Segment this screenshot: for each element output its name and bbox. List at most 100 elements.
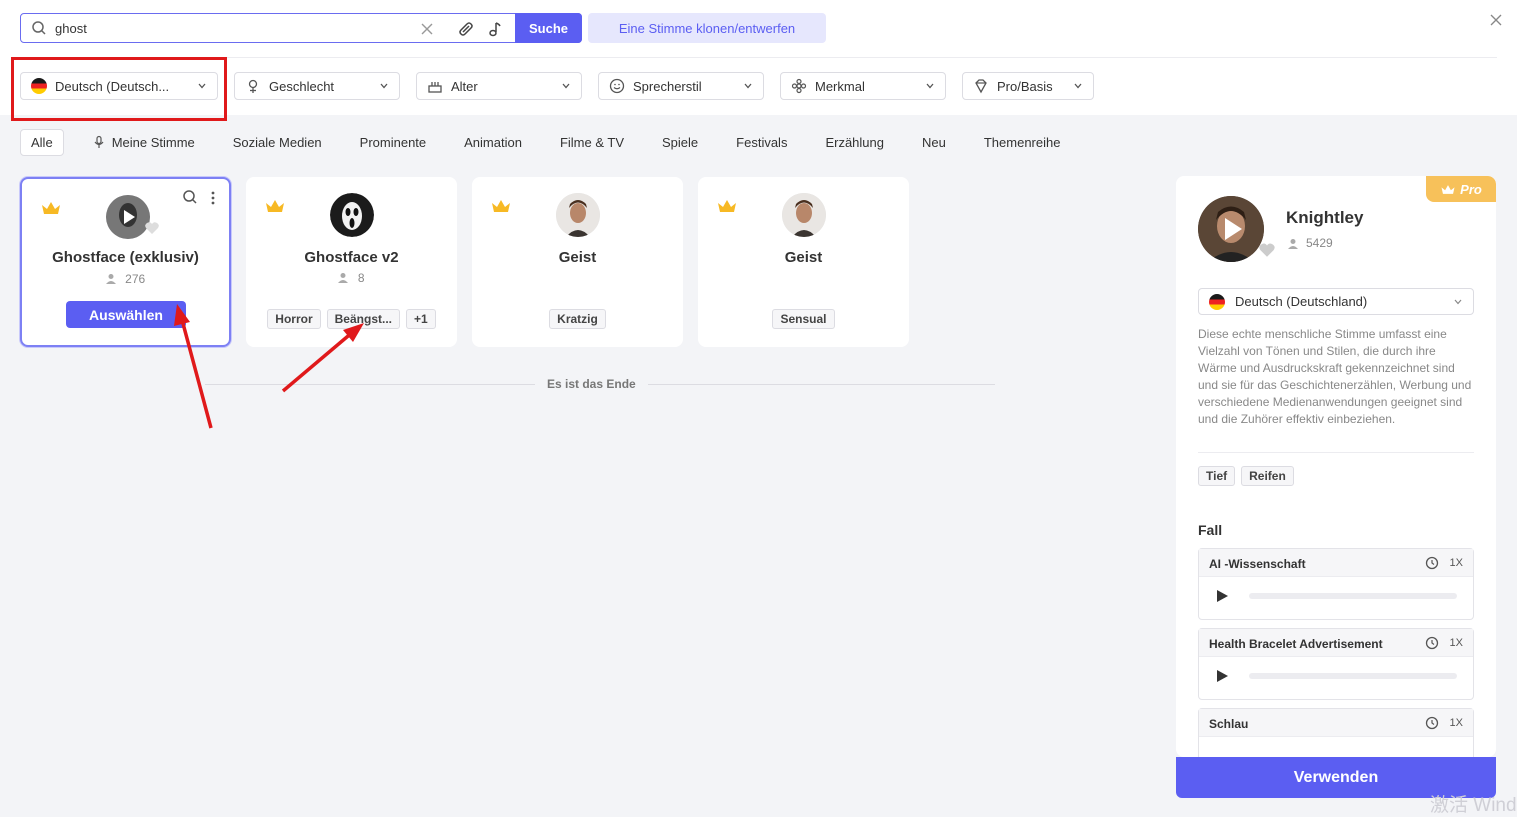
feature-filter[interactable]: Merkmal: [780, 72, 946, 100]
tag[interactable]: +1: [406, 309, 436, 329]
age-filter-label: Alter: [451, 78, 478, 94]
progress-bar[interactable]: [1249, 673, 1457, 679]
gender-filter[interactable]: Geschlecht: [234, 72, 400, 100]
play-icon[interactable]: [1215, 669, 1229, 683]
usage-count: 8: [246, 271, 457, 285]
tab-prominente[interactable]: Prominente: [360, 135, 426, 150]
clear-icon[interactable]: [419, 21, 435, 37]
pro-badge: Pro: [1426, 176, 1496, 202]
tab-festivals[interactable]: Festivals: [736, 135, 787, 150]
crown-icon: [266, 200, 284, 212]
avatar[interactable]: [1198, 196, 1264, 262]
tab-label: Meine Stimme: [111, 134, 195, 150]
tag-list: Kratzig: [472, 309, 683, 329]
style-filter[interactable]: Sprecherstil: [598, 72, 764, 100]
chevron-down-icon: [1074, 83, 1082, 89]
usage-count-value: 5429: [1306, 236, 1333, 250]
chevron-down-icon: [744, 83, 752, 89]
play-icon[interactable]: [1215, 589, 1229, 603]
search-input[interactable]: [55, 17, 425, 39]
chevron-down-icon: [926, 83, 934, 89]
speed-label[interactable]: 1X: [1450, 717, 1463, 729]
language-select[interactable]: Deutsch (Deutschland): [1198, 288, 1474, 315]
tab-meine-stimme[interactable]: Meine Stimme: [92, 135, 195, 150]
highlight-box: [11, 57, 227, 121]
watermark: 激活 Wind: [1430, 795, 1517, 816]
more-icon[interactable]: [210, 190, 216, 206]
gender-filter-label: Geschlecht: [269, 78, 335, 94]
tab-animation[interactable]: Animation: [464, 135, 522, 150]
tab-erzaehlung[interactable]: Erzählung: [825, 135, 884, 150]
tab-spiele[interactable]: Spiele: [662, 135, 698, 150]
tier-filter[interactable]: Pro/Basis: [962, 72, 1094, 100]
sample-title: AI -Wissenschaft: [1209, 557, 1306, 571]
crown-icon: [1441, 184, 1455, 194]
tab-alle[interactable]: Alle: [20, 128, 64, 156]
voice-name: Geist: [784, 249, 823, 266]
voice-card[interactable]: Geist Kratzig: [472, 177, 683, 347]
tag: Horror: [267, 309, 321, 329]
chevron-down-icon: [1454, 299, 1462, 304]
music-note-icon[interactable]: [486, 20, 504, 38]
users-icon: [105, 274, 116, 284]
history-icon[interactable]: [1425, 716, 1439, 730]
voice-name: Geist: [558, 249, 597, 266]
tag-list: Tief Reifen: [1198, 466, 1294, 486]
users-icon: [338, 273, 349, 283]
speed-label[interactable]: 1X: [1450, 557, 1463, 569]
attachment-icon[interactable]: [457, 20, 475, 38]
tab-neu[interactable]: Neu: [922, 135, 946, 150]
end-of-list-text: Es ist das Ende: [535, 377, 648, 391]
voice-name: Knightley: [1286, 208, 1364, 227]
ghostface-mask-icon: [330, 193, 374, 237]
divider: [1198, 452, 1474, 453]
tag: Sensual: [772, 309, 835, 329]
voice-detail-panel: Pro Knightley 5429 Deutsch (Deutschland)…: [1176, 176, 1496, 757]
tag: Tief: [1198, 466, 1236, 486]
usage-count-value: 276: [125, 272, 146, 286]
close-icon[interactable]: [1488, 12, 1504, 28]
progress-bar[interactable]: [1249, 593, 1457, 599]
crown-icon: [42, 202, 60, 214]
feature-filter-label: Merkmal: [815, 78, 865, 94]
search-icon[interactable]: [182, 189, 198, 205]
play-icon: [1198, 196, 1264, 262]
tab-filme-tv[interactable]: Filme & TV: [560, 135, 624, 150]
voice-card[interactable]: Ghostface (exklusiv) 276 Auswählen: [20, 177, 231, 347]
tab-soziale-medien[interactable]: Soziale Medien: [233, 135, 322, 150]
sample-title: Health Bracelet Advertisement: [1209, 637, 1383, 651]
voice-name: Ghostface v2: [304, 249, 399, 266]
usage-count: 5429: [1288, 236, 1333, 250]
diamond-icon: [975, 79, 987, 94]
age-filter[interactable]: Alter: [416, 72, 582, 100]
heart-icon[interactable]: [144, 221, 160, 235]
speed-label[interactable]: 1X: [1450, 637, 1463, 649]
history-icon[interactable]: [1425, 636, 1439, 650]
voice-card[interactable]: Ghostface v2 8 Horror Beängst... +1: [246, 177, 457, 347]
tag: Kratzig: [549, 309, 606, 329]
sample-title: Schlau: [1209, 717, 1249, 731]
section-title: Fall: [1198, 522, 1223, 538]
language-select-label: Deutsch (Deutschland): [1235, 294, 1368, 309]
style-filter-label: Sprecherstil: [633, 78, 702, 94]
voice-card[interactable]: Geist Sensual: [698, 177, 909, 347]
search-bar: Suche: [20, 13, 582, 43]
tab-themenreihe[interactable]: Themenreihe: [984, 135, 1061, 150]
search-button[interactable]: Suche: [515, 13, 582, 43]
users-icon: [1288, 238, 1298, 249]
flower-icon: [791, 78, 807, 94]
search-icon: [32, 21, 46, 35]
tag-list: Horror Beängst... +1: [246, 309, 457, 329]
divider: [20, 57, 1497, 58]
clone-voice-button[interactable]: Eine Stimme klonen/entwerfen: [588, 13, 826, 43]
tier-filter-label: Pro/Basis: [997, 78, 1053, 94]
history-icon[interactable]: [1425, 556, 1439, 570]
usage-count-value: 8: [357, 271, 365, 285]
sample-item: Health Bracelet Advertisement 1X: [1198, 628, 1474, 700]
tag-list: Sensual: [698, 309, 909, 329]
smiley-icon: [609, 78, 625, 94]
select-button[interactable]: Auswählen: [66, 301, 186, 328]
heart-icon[interactable]: [1258, 242, 1276, 258]
sample-item: AI -Wissenschaft 1X: [1198, 548, 1474, 620]
category-tabs: Alle Meine Stimme Soziale Medien Promine…: [20, 128, 1098, 156]
